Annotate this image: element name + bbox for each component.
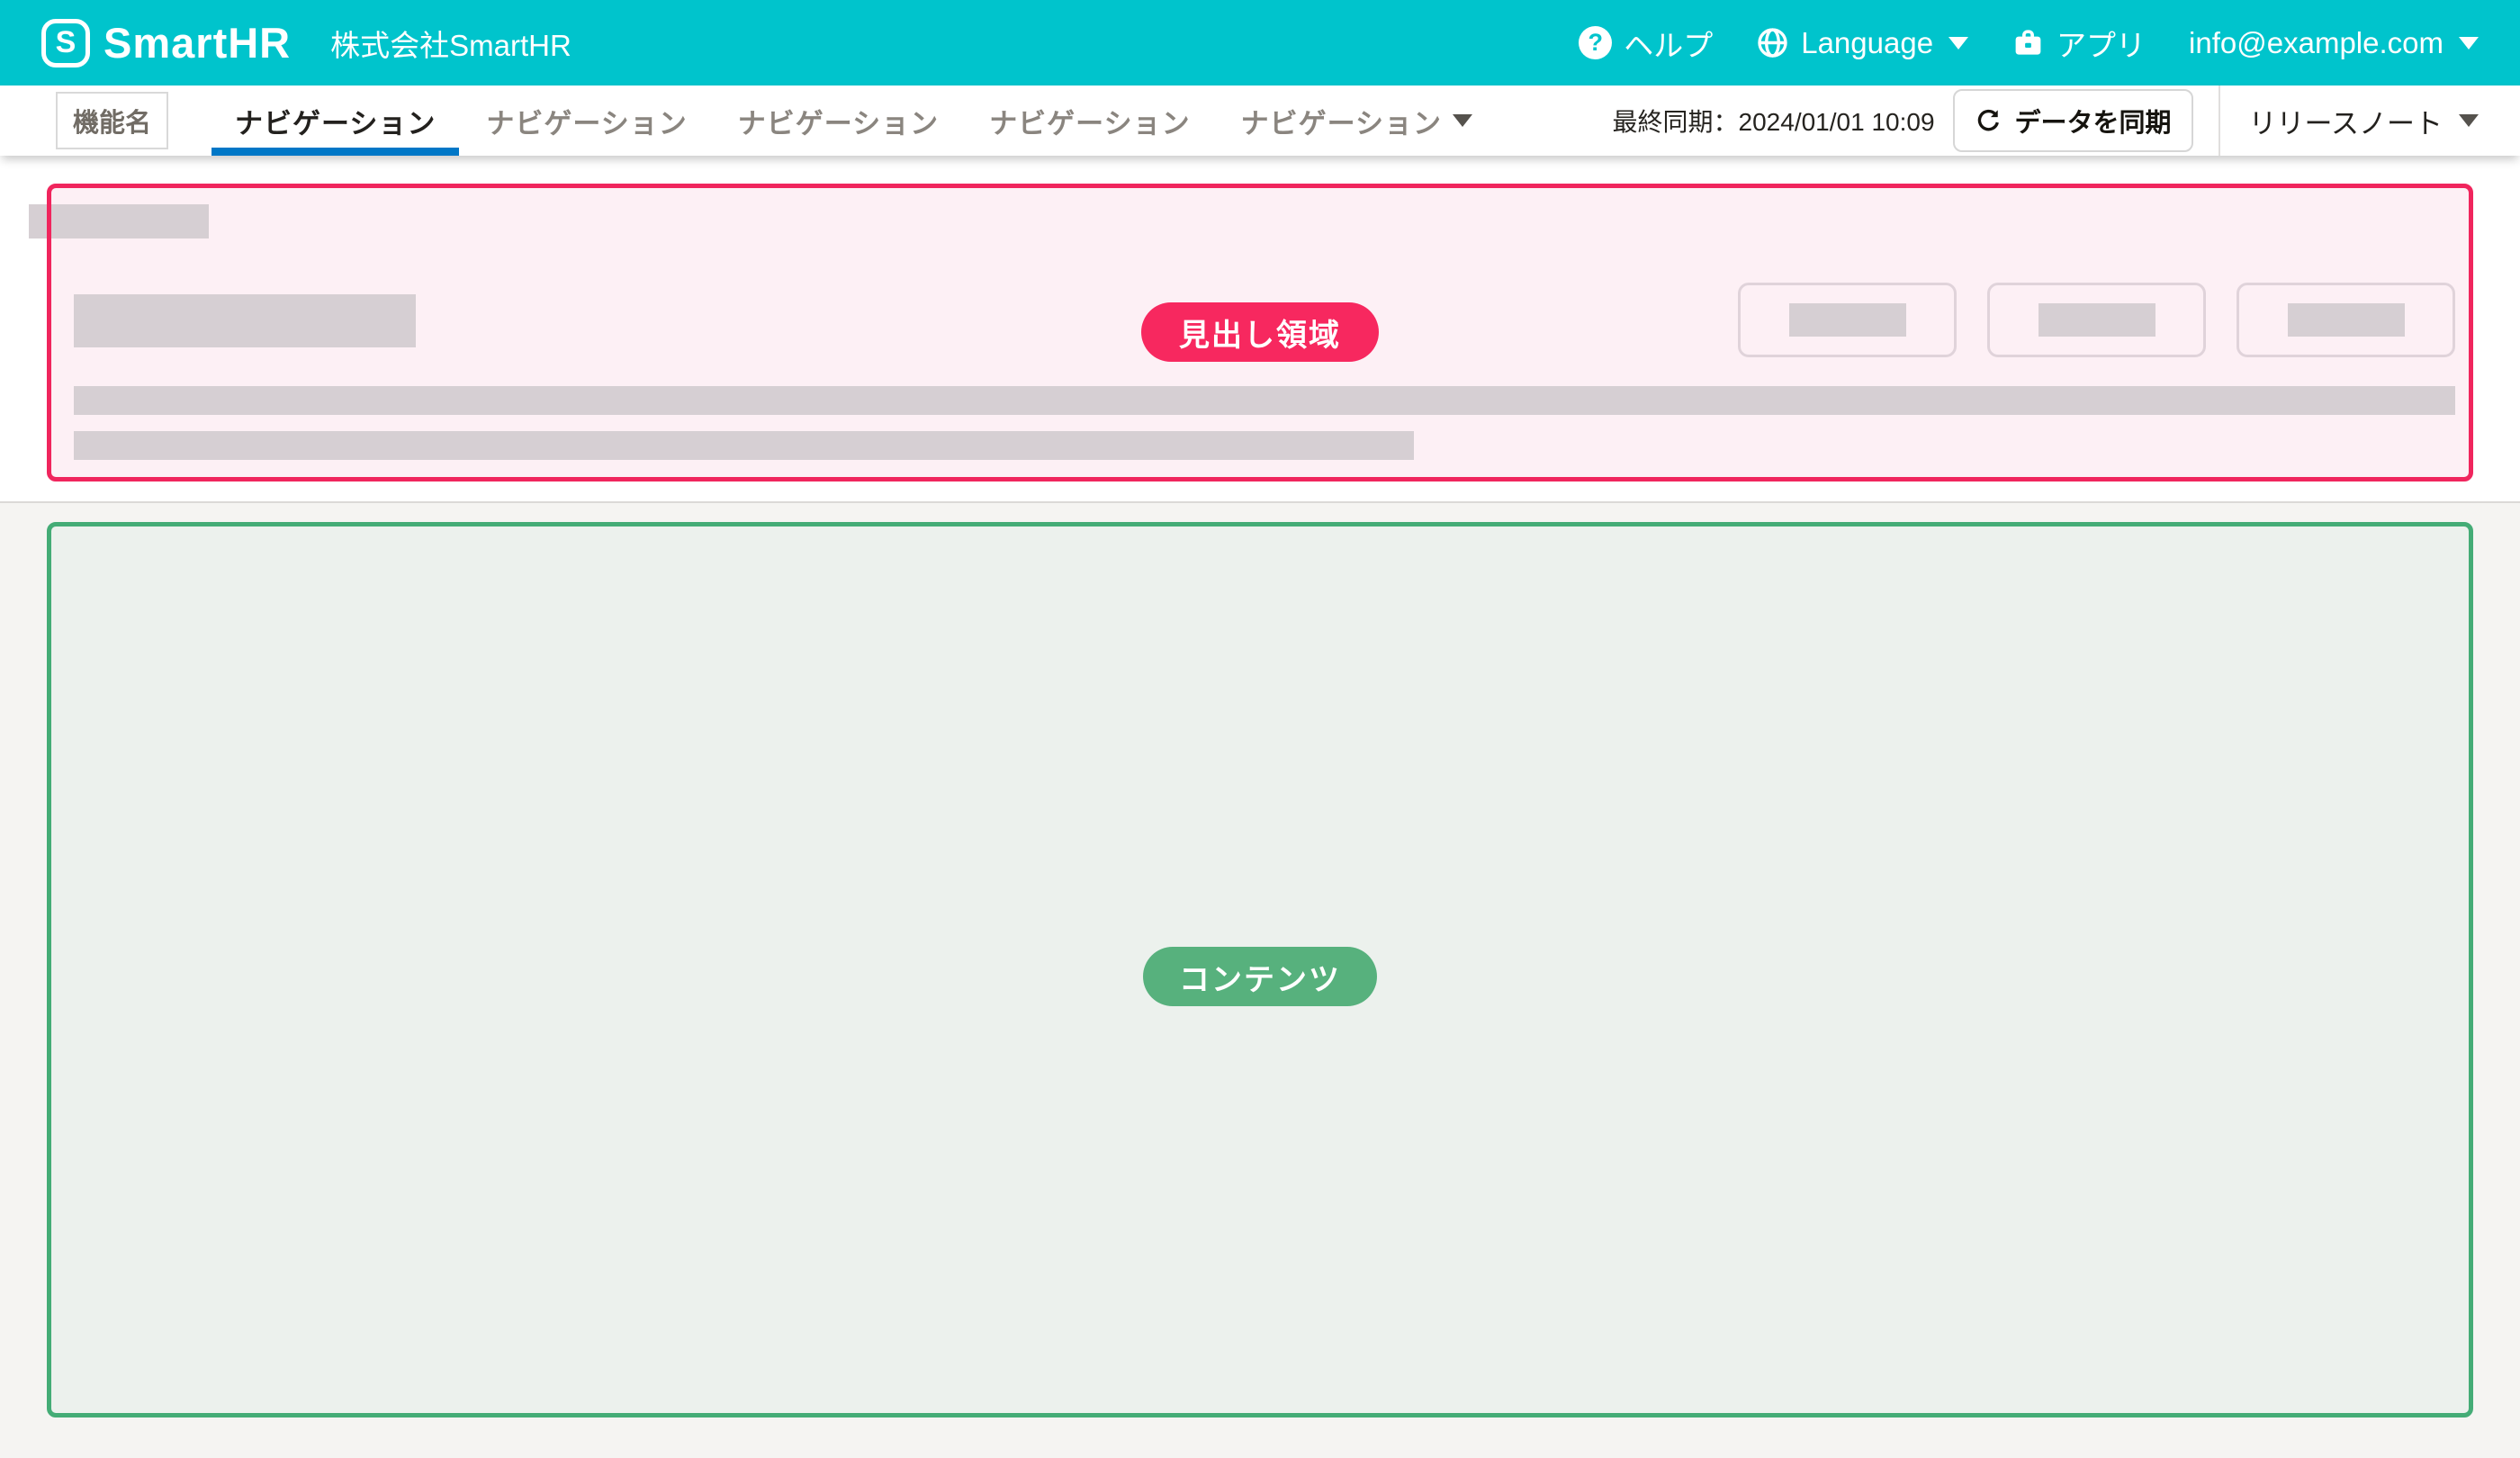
language-label: Language: [1801, 26, 1933, 60]
nav-item-3[interactable]: ナビゲーション: [713, 86, 964, 156]
refresh-icon: [1975, 107, 2002, 135]
nav-item-4[interactable]: ナビゲーション: [964, 86, 1215, 156]
content-area-badge: コンテンツ: [1143, 947, 1377, 1006]
description-line-placeholder-1: [74, 386, 2455, 415]
app-header: S SmartHR 株式会社SmartHR ? ヘルプ Language: [0, 0, 2520, 86]
account-email: info@example.com: [2189, 26, 2444, 60]
button-label-placeholder: [1789, 303, 1906, 337]
breadcrumb-placeholder: [29, 204, 209, 238]
nav-item-label: ナビゲーション: [1241, 101, 1442, 141]
nav-items: ナビゲーション ナビゲーション ナビゲーション ナビゲーション ナビゲーション: [210, 86, 1498, 156]
placeholder-button-3[interactable]: [2236, 283, 2455, 357]
header-actions: ? ヘルプ Language アプリ: [1579, 22, 2479, 65]
nav-item-1[interactable]: ナビゲーション: [210, 86, 461, 156]
feature-name-chip: 機能名: [56, 92, 168, 149]
heading-area-frame: 見出し領域: [47, 184, 2473, 482]
smarthr-logo[interactable]: S SmartHR: [41, 18, 291, 68]
placeholder-button-2[interactable]: [1987, 283, 2206, 357]
apps-link[interactable]: アプリ: [2012, 22, 2146, 65]
nav-item-label: ナビゲーション: [738, 101, 939, 141]
placeholder-button-1[interactable]: [1738, 283, 1957, 357]
release-notes-label: リリースノート: [2249, 101, 2443, 141]
company-name: 株式会社SmartHR: [330, 22, 572, 65]
heading-area-badge-label: 見出し領域: [1179, 310, 1341, 355]
content-area-frame: コンテンツ: [47, 522, 2473, 1418]
globe-icon: [1756, 26, 1789, 59]
caret-down-icon: [1948, 37, 1968, 50]
content-section: コンテンツ: [0, 501, 2520, 1458]
language-selector[interactable]: Language: [1756, 26, 1968, 60]
briefcase-icon: [2012, 26, 2045, 59]
brand-name: SmartHR: [104, 18, 291, 68]
caret-down-icon: [2459, 114, 2479, 127]
account-menu[interactable]: info@example.com: [2189, 26, 2479, 60]
release-notes-dropdown[interactable]: リリースノート: [2220, 101, 2520, 141]
heading-area-badge: 見出し領域: [1141, 302, 1379, 362]
apps-label: アプリ: [2056, 22, 2146, 65]
sync-data-label: データを同期: [2015, 102, 2172, 140]
heading-section: 見出し領域: [0, 156, 2520, 501]
nav-item-label: ナビゲーション: [989, 101, 1190, 141]
nav-item-label: ナビゲーション: [235, 101, 436, 141]
nav-right: 最終同期：2024/01/01 10:09 データを同期 リリースノート: [1613, 86, 2520, 156]
question-circle-icon: ?: [1579, 26, 1612, 59]
sync-data-button[interactable]: データを同期: [1953, 89, 2193, 152]
heading-action-buttons: [1738, 283, 2455, 357]
caret-down-icon: [1453, 114, 1472, 127]
page-title-placeholder: [74, 294, 416, 347]
nav-item-2[interactable]: ナビゲーション: [461, 86, 712, 156]
button-label-placeholder: [2288, 303, 2405, 337]
help-link[interactable]: ? ヘルプ: [1579, 22, 1713, 65]
caret-down-icon: [2459, 37, 2479, 50]
help-label: ヘルプ: [1624, 22, 1713, 65]
content-area-badge-label: コンテンツ: [1179, 955, 1341, 999]
nav-item-5-dropdown[interactable]: ナビゲーション: [1216, 86, 1498, 156]
smarthr-logo-icon: S: [41, 19, 90, 68]
description-line-placeholder-2: [74, 431, 1414, 460]
button-label-placeholder: [2038, 303, 2156, 337]
nav-item-label: ナビゲーション: [486, 101, 687, 141]
last-sync-timestamp: 最終同期：2024/01/01 10:09: [1613, 103, 1935, 139]
app-navigation: 機能名 ナビゲーション ナビゲーション ナビゲーション ナビゲーション ナビゲー…: [0, 86, 2520, 156]
